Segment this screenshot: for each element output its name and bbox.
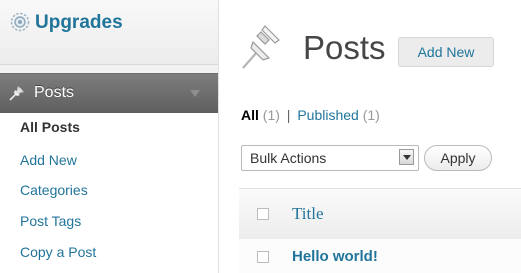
- page-title: Posts: [303, 29, 386, 66]
- row-checkbox[interactable]: [257, 251, 269, 263]
- submenu-item-add-new[interactable]: Add New: [20, 151, 77, 169]
- column-header-title[interactable]: Title: [292, 204, 324, 224]
- submenu-item-all-posts[interactable]: All Posts: [20, 118, 80, 136]
- table-header-row: Title: [239, 188, 521, 240]
- submenu-item-copy-a-post[interactable]: Copy a Post: [20, 243, 96, 261]
- filter-separator: |: [286, 107, 291, 123]
- chevron-down-icon: [403, 155, 411, 160]
- submenu-item-categories[interactable]: Categories: [20, 181, 88, 199]
- chevron-down-icon[interactable]: [190, 90, 200, 97]
- bulk-actions-select[interactable]: Bulk Actions: [241, 145, 419, 171]
- pushpin-icon: [8, 84, 26, 102]
- sidebar-item-upgrades[interactable]: Upgrades: [0, 0, 218, 65]
- sidebar-item-label: Upgrades: [35, 12, 123, 33]
- submenu-item-post-tags[interactable]: Post Tags: [20, 212, 81, 230]
- filter-published-link[interactable]: Published: [297, 107, 359, 123]
- add-new-button[interactable]: Add New: [398, 37, 494, 67]
- select-all-checkbox[interactable]: [257, 208, 269, 220]
- bulk-actions-value: Bulk Actions: [250, 150, 327, 166]
- apply-button[interactable]: Apply: [424, 145, 492, 171]
- table-row: Hello world!: [239, 239, 521, 273]
- main-content: Posts Add New All (1) | Published (1) Bu…: [219, 0, 521, 273]
- upgrades-gear-icon: [10, 12, 30, 32]
- filter-published-count: (1): [362, 107, 380, 123]
- wp-admin-screen: Upgrades Posts All Posts Add New Categor…: [0, 0, 521, 273]
- filter-all-link[interactable]: All: [241, 107, 259, 123]
- admin-sidebar: Upgrades Posts All Posts Add New Categor…: [0, 0, 219, 273]
- sidebar-item-posts[interactable]: Posts: [0, 73, 218, 114]
- post-title-link[interactable]: Hello world!: [292, 247, 378, 267]
- pushpin-icon: [239, 22, 283, 72]
- select-dropdown-button[interactable]: [399, 149, 414, 165]
- filter-all-count: (1): [262, 107, 280, 123]
- sidebar-item-label: Posts: [34, 84, 75, 101]
- status-filter-links: All (1) | Published (1): [241, 106, 380, 124]
- posts-submenu: All Posts Add New Categories Post Tags C…: [0, 113, 218, 273]
